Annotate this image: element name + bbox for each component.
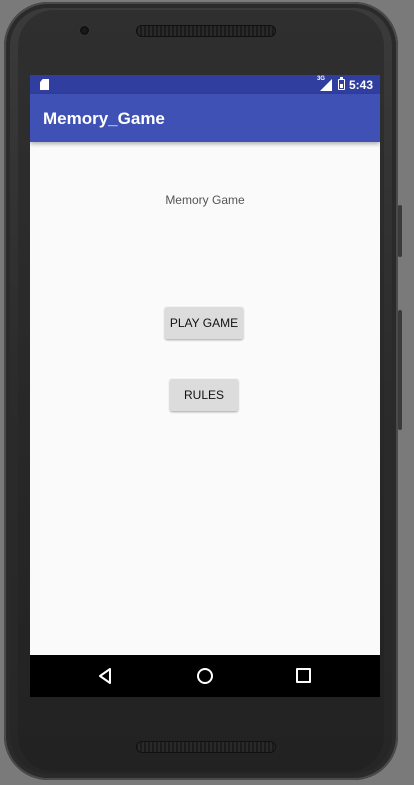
back-triangle-icon[interactable] xyxy=(98,668,112,684)
bottom-speaker xyxy=(136,741,276,753)
volume-button xyxy=(398,205,402,257)
battery-icon xyxy=(337,77,345,90)
front-camera-icon xyxy=(80,26,89,35)
navigation-bar xyxy=(30,655,380,697)
top-speaker xyxy=(136,25,276,37)
status-indicators: 3G 5:43 xyxy=(317,76,373,92)
power-button xyxy=(398,310,402,430)
sd-card-icon xyxy=(40,79,49,90)
screen: 3G 5:43 Memory_Game Memory Game PLAY GAM… xyxy=(30,75,380,697)
status-bar: 3G 5:43 xyxy=(30,75,380,94)
app-bar: Memory_Game xyxy=(30,94,380,142)
status-time: 5:43 xyxy=(348,77,373,92)
recent-apps-square-icon[interactable] xyxy=(296,668,311,683)
home-circle-icon[interactable] xyxy=(197,668,213,684)
app-title: Memory_Game xyxy=(43,109,165,128)
page-heading: Memory Game xyxy=(165,193,245,207)
play-game-button[interactable]: PLAY GAME xyxy=(165,307,243,339)
rules-button[interactable]: RULES xyxy=(170,379,238,411)
signal-icon: 3G xyxy=(317,76,334,91)
phone-frame: 3G 5:43 Memory_Game Memory Game PLAY GAM… xyxy=(0,0,414,785)
